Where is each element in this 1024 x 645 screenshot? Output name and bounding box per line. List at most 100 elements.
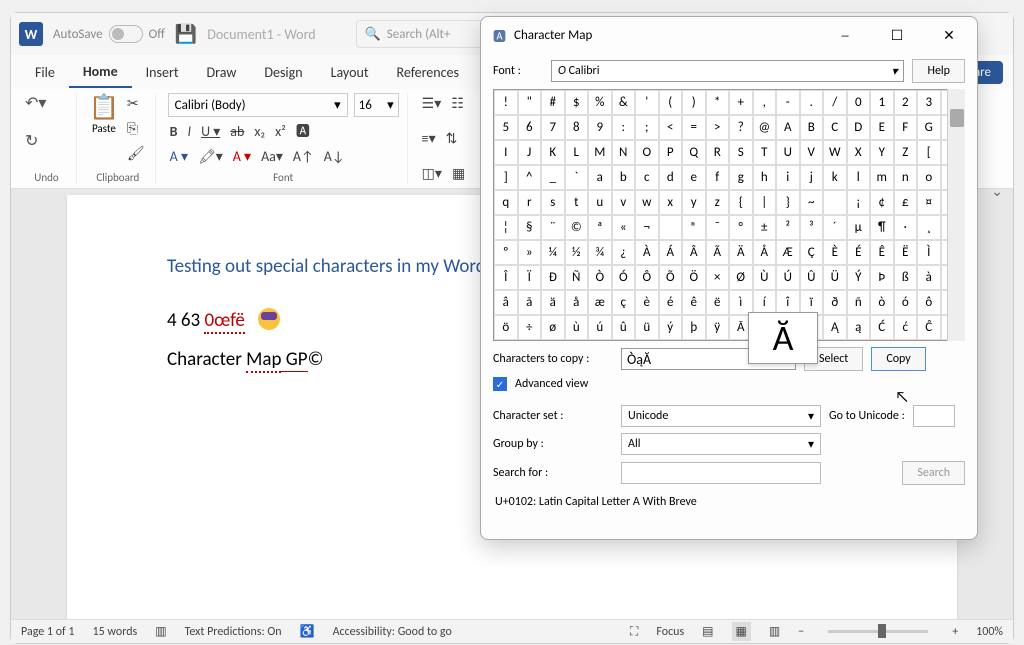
char-cell[interactable]: Ï — [518, 265, 542, 290]
char-cell[interactable]: ¶ — [870, 215, 894, 240]
char-cell[interactable]: ó — [894, 290, 918, 315]
char-cell[interactable]: ! — [494, 90, 518, 115]
zoom-level[interactable]: 100% — [976, 625, 1003, 639]
char-cell[interactable]: _ — [541, 165, 565, 190]
char-cell[interactable]: ½ — [565, 240, 589, 265]
cut-icon[interactable]: ✂ — [125, 93, 147, 114]
web-layout-icon[interactable]: ▥ — [769, 624, 780, 639]
menu-design[interactable]: Design — [250, 58, 316, 87]
char-cell[interactable]: Ý — [847, 265, 871, 290]
char-cell[interactable]: ¤ — [917, 190, 941, 215]
char-cell[interactable]: ã — [518, 290, 542, 315]
char-cell[interactable]: + — [729, 90, 753, 115]
char-cell[interactable]: ° — [729, 215, 753, 240]
char-cell[interactable]: ù — [565, 315, 589, 340]
char-cell[interactable]: ^ — [518, 165, 542, 190]
char-cell[interactable]: W — [823, 140, 847, 165]
character-grid[interactable]: !"#$%&'()*+,-./0123456789:;<=>?@ABCDEFGH… — [493, 89, 965, 341]
charset-select[interactable]: Unicode▾ — [621, 405, 821, 427]
superscript-button[interactable]: x² — [273, 121, 288, 142]
char-cell[interactable]: h — [753, 165, 777, 190]
char-cell[interactable]: Z — [894, 140, 918, 165]
char-cell[interactable] — [659, 215, 683, 240]
char-cell[interactable]: ( — [659, 90, 683, 115]
status-page[interactable]: Page 1 of 1 — [21, 625, 75, 639]
char-cell[interactable]: n — [894, 165, 918, 190]
char-cell[interactable]: & — [612, 90, 636, 115]
ribbon-expand-icon[interactable]: ⌄ — [991, 183, 1003, 200]
char-cell[interactable]: Ð — [541, 265, 565, 290]
char-cell[interactable]: Ë — [894, 240, 918, 265]
char-cell[interactable]: Ç — [800, 240, 824, 265]
char-cell[interactable]: E — [870, 115, 894, 140]
char-cell[interactable]: U — [776, 140, 800, 165]
font-color-icon[interactable]: A ▾ — [231, 146, 253, 167]
char-cell[interactable]: É — [847, 240, 871, 265]
char-cell[interactable]: { — [729, 190, 753, 215]
char-cell[interactable]: 9 — [588, 115, 612, 140]
font-name-select[interactable]: Calibri (Body)▾ — [168, 93, 348, 117]
char-cell[interactable]: " — [518, 90, 542, 115]
char-cell[interactable]: - — [776, 90, 800, 115]
char-cell[interactable]: « — [612, 215, 636, 240]
char-cell[interactable]: Õ — [659, 265, 683, 290]
char-cell[interactable]: Ô — [635, 265, 659, 290]
char-cell[interactable]: â — [494, 290, 518, 315]
char-cell[interactable]: D — [847, 115, 871, 140]
redo-icon[interactable]: ↻ — [25, 131, 38, 151]
char-cell[interactable]: d — [659, 165, 683, 190]
char-cell[interactable]: Ć — [870, 315, 894, 340]
char-cell[interactable]: ¿ — [612, 240, 636, 265]
char-cell[interactable]: ð — [823, 290, 847, 315]
char-cell[interactable]: é — [659, 290, 683, 315]
char-cell[interactable]: ß — [894, 265, 918, 290]
char-cell[interactable]: J — [518, 140, 542, 165]
copy-button[interactable]: Copy — [871, 347, 925, 371]
char-cell[interactable]: $ — [565, 90, 589, 115]
char-cell[interactable]: £ — [894, 190, 918, 215]
line-spacing-icon[interactable]: ⇅ — [444, 128, 460, 149]
char-cell[interactable]: ú — [588, 315, 612, 340]
char-cell[interactable]: ª — [588, 215, 612, 240]
highlight-icon[interactable]: 🖍▾ — [196, 146, 225, 167]
align-icon[interactable]: ≡▾ — [420, 128, 438, 149]
char-cell[interactable]: X — [847, 140, 871, 165]
char-cell[interactable]: l — [847, 165, 871, 190]
char-cell[interactable]: a — [588, 165, 612, 190]
char-cell[interactable]: ä — [541, 290, 565, 315]
char-cell[interactable]: Æ — [776, 240, 800, 265]
char-cell[interactable]: û — [612, 315, 636, 340]
char-cell[interactable]: × — [706, 265, 730, 290]
char-cell[interactable]: Ą — [823, 315, 847, 340]
char-cell[interactable]: ¯ — [706, 215, 730, 240]
char-cell[interactable]: ÷ — [518, 315, 542, 340]
char-cell[interactable]: P — [659, 140, 683, 165]
char-cell[interactable]: M — [588, 140, 612, 165]
font-style-icon[interactable]: A ▾ — [168, 146, 190, 167]
char-cell[interactable]: x — [659, 190, 683, 215]
char-cell[interactable]: æ — [588, 290, 612, 315]
char-cell[interactable]: # — [541, 90, 565, 115]
char-cell[interactable]: / — [823, 90, 847, 115]
char-cell[interactable]: Â — [682, 240, 706, 265]
char-cell[interactable]: ¬ — [635, 215, 659, 240]
char-cell[interactable]: ¾ — [588, 240, 612, 265]
char-cell[interactable]: 2 — [894, 90, 918, 115]
char-cell[interactable]: = — [682, 115, 706, 140]
char-cell[interactable]: ; — [635, 115, 659, 140]
char-cell[interactable]: Ú — [776, 265, 800, 290]
char-cell[interactable]: ý — [659, 315, 683, 340]
char-cell[interactable]: ± — [753, 215, 777, 240]
zoom-in-button[interactable]: + — [952, 625, 958, 639]
charmap-titlebar[interactable]: 🅰 Character Map ─ ☐ ✕ — [481, 17, 977, 53]
char-cell[interactable]: V — [800, 140, 824, 165]
underline-button[interactable]: U ▾ — [199, 121, 222, 142]
char-cell[interactable]: º — [494, 240, 518, 265]
char-cell[interactable]: o — [917, 165, 941, 190]
char-cell[interactable]: Ò — [588, 265, 612, 290]
status-focus[interactable]: Focus — [656, 625, 684, 639]
shading-icon[interactable]: ◫▾ — [420, 163, 444, 184]
italic-button[interactable]: I — [186, 121, 194, 142]
char-cell[interactable]: 3 — [917, 90, 941, 115]
help-button[interactable]: Help — [912, 59, 965, 83]
